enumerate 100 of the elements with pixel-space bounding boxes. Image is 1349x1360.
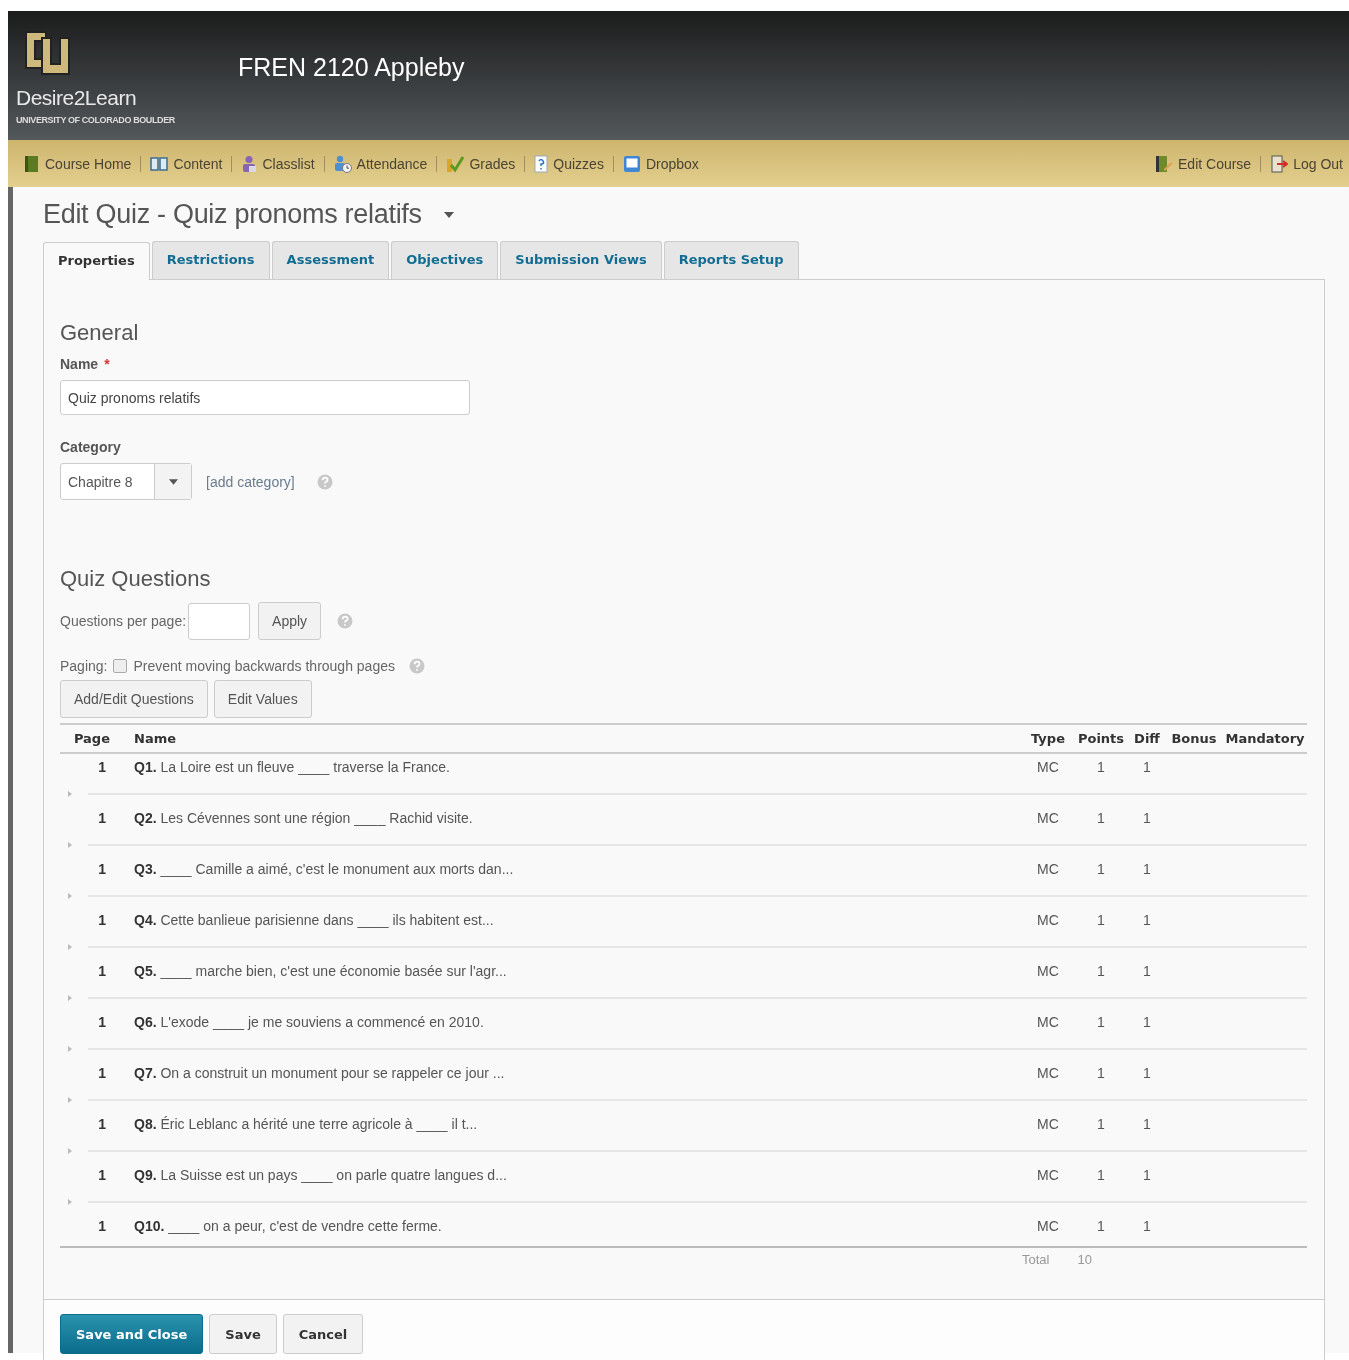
question-document-icon <box>534 154 549 173</box>
caret-icon <box>168 478 178 485</box>
table-cell-text: 1 <box>1142 1217 1152 1236</box>
table-cell-text: 1 <box>97 1115 107 1134</box>
nav-link[interactable]: Edit Course <box>1155 154 1252 173</box>
table-cell-text: 1 <box>1096 1166 1106 1185</box>
table-cell-text: 1 <box>1096 809 1106 828</box>
column-header: Type <box>1030 730 1066 748</box>
table-cell-text: MC <box>1036 758 1060 777</box>
tab[interactable]: Properties <box>43 242 150 280</box>
action-button[interactable]: Add/Edit Questions <box>60 680 208 718</box>
question-name: Q10. ____ on a peur, c'est de vendre cette ferme. <box>134 1217 443 1236</box>
caret-icon[interactable] <box>443 211 454 218</box>
table-cell-text: 1 <box>1142 911 1152 930</box>
column-header: Mandatory <box>1224 730 1306 748</box>
table-cell-text: 1 <box>97 1013 107 1032</box>
table-cell-text: MC <box>1036 1217 1060 1236</box>
section-heading: General <box>60 320 140 346</box>
door-exit-icon <box>1270 154 1289 173</box>
table-cell-text: 1 <box>1096 1013 1106 1032</box>
apply-button[interactable]: Apply <box>258 602 322 640</box>
table-cell-text: 1 <box>1142 1064 1152 1083</box>
field-label: Category <box>60 439 121 455</box>
question-name: Q4. Cette banlieue parisienne dans ____ ils habitent est... <box>134 911 495 930</box>
tab[interactable]: Assessment <box>271 241 390 279</box>
table-cell-text: 1 <box>1142 962 1152 981</box>
tab[interactable]: Reports Setup <box>663 241 799 279</box>
tab[interactable]: Objectives <box>391 241 499 279</box>
course-title: FREN 2120 Appleby <box>238 53 465 82</box>
question-name: Q6. L'exode ____ je me souviens a commencé en 2010. <box>134 1013 485 1032</box>
add-category-link[interactable]: [add category] <box>206 473 295 490</box>
table-cell-text: 1 <box>1096 1217 1106 1236</box>
table-cell-text: 1 <box>1142 809 1152 828</box>
monitor-icon <box>622 154 641 173</box>
table-cell-text: 1 <box>1142 1115 1152 1134</box>
table-cell-text: 1 <box>1142 860 1152 879</box>
book-icon <box>24 154 40 173</box>
expand-arrow-icon[interactable] <box>68 892 72 899</box>
field-label: Questions per page: <box>60 613 187 629</box>
table-cell-text: 1 <box>97 809 107 828</box>
help-icon[interactable] <box>337 613 354 629</box>
table-cell-text: 1 <box>97 1064 107 1083</box>
column-header: Name <box>134 730 177 748</box>
nav-link[interactable]: Quizzes <box>534 154 604 173</box>
checkbox-label: Prevent moving backwards through pages <box>133 658 395 674</box>
expand-arrow-icon[interactable] <box>68 841 72 848</box>
nav-link[interactable]: Log Out <box>1270 154 1343 173</box>
table-cell-text: 1 <box>1142 1013 1152 1032</box>
category-dropdown[interactable]: Chapitre 8 <box>60 463 192 500</box>
expand-arrow-icon[interactable] <box>68 1045 72 1052</box>
table-cell-text: 1 <box>1096 1115 1106 1134</box>
nav-link[interactable]: Content <box>150 155 223 172</box>
table-cell-text: 1 <box>97 1166 107 1185</box>
expand-arrow-icon[interactable] <box>68 1147 72 1154</box>
field-label: Name <box>60 356 99 372</box>
help-icon[interactable] <box>408 658 425 674</box>
total-value: 10 <box>1077 1252 1092 1267</box>
questions-per-page-field[interactable] <box>188 602 251 640</box>
question-name: Q9. La Suisse est un pays ____ on parle quatre langues d... <box>134 1166 508 1185</box>
expand-arrow-icon[interactable] <box>68 790 72 797</box>
table-cell-text: 1 <box>1096 758 1106 777</box>
open-book-icon <box>150 155 169 172</box>
nav-link[interactable]: Attendance <box>333 154 428 173</box>
expand-arrow-icon[interactable] <box>68 994 72 1001</box>
footer-button[interactable]: Save <box>209 1314 277 1354</box>
table-cell-text: 1 <box>97 1217 107 1236</box>
table-cell-text: MC <box>1036 1166 1060 1185</box>
expand-arrow-icon[interactable] <box>68 1096 72 1103</box>
help-icon[interactable] <box>316 473 333 490</box>
question-name: Q2. Les Cévennes sont une région ____ Rachid visite. <box>134 809 474 828</box>
nav-link[interactable]: Classlist <box>241 154 315 173</box>
brand-subtitle: UNIVERSITY OF COLORADO BOULDER <box>16 115 175 125</box>
name-field[interactable]: Quiz pronoms relatifs <box>60 380 470 415</box>
table-cell-text: MC <box>1036 1013 1060 1032</box>
nav-link[interactable]: Grades <box>446 154 516 173</box>
footer-button[interactable]: Cancel <box>282 1314 364 1354</box>
table-cell-text: MC <box>1036 1115 1060 1134</box>
expand-arrow-icon[interactable] <box>68 943 72 950</box>
person-icon <box>241 154 258 173</box>
table-cell-text: 1 <box>1142 758 1152 777</box>
tab[interactable]: Submission Views <box>500 241 662 279</box>
total-label: Total <box>1022 1252 1050 1267</box>
question-name: Q8. Éric Leblanc a hérité une terre agricole à ____ il t... <box>134 1115 479 1134</box>
table-cell-text: MC <box>1036 911 1060 930</box>
column-header: Bonus <box>1170 730 1218 748</box>
tab[interactable]: Restrictions <box>151 241 270 279</box>
action-button[interactable]: Edit Values <box>213 680 312 718</box>
nav-link[interactable]: Dropbox <box>622 154 699 173</box>
nav-link[interactable]: Course Home <box>24 154 132 173</box>
checkbox[interactable] <box>113 659 128 673</box>
required-mark: * <box>104 356 110 372</box>
footer-button[interactable]: Save and Close <box>60 1314 204 1354</box>
table-cell-text: 1 <box>1142 1166 1152 1185</box>
question-name: Q1. La Loire est un fleuve ____ traverse la France. <box>134 758 451 777</box>
table-cell-text: MC <box>1036 962 1060 981</box>
question-name: Q5. ____ marche bien, c'est une économie basée sur l'agr... <box>134 962 508 981</box>
expand-arrow-icon[interactable] <box>68 1198 72 1205</box>
table-cell-text: 1 <box>97 911 107 930</box>
person-clock-icon <box>333 154 352 173</box>
column-header: Points <box>1076 730 1126 748</box>
